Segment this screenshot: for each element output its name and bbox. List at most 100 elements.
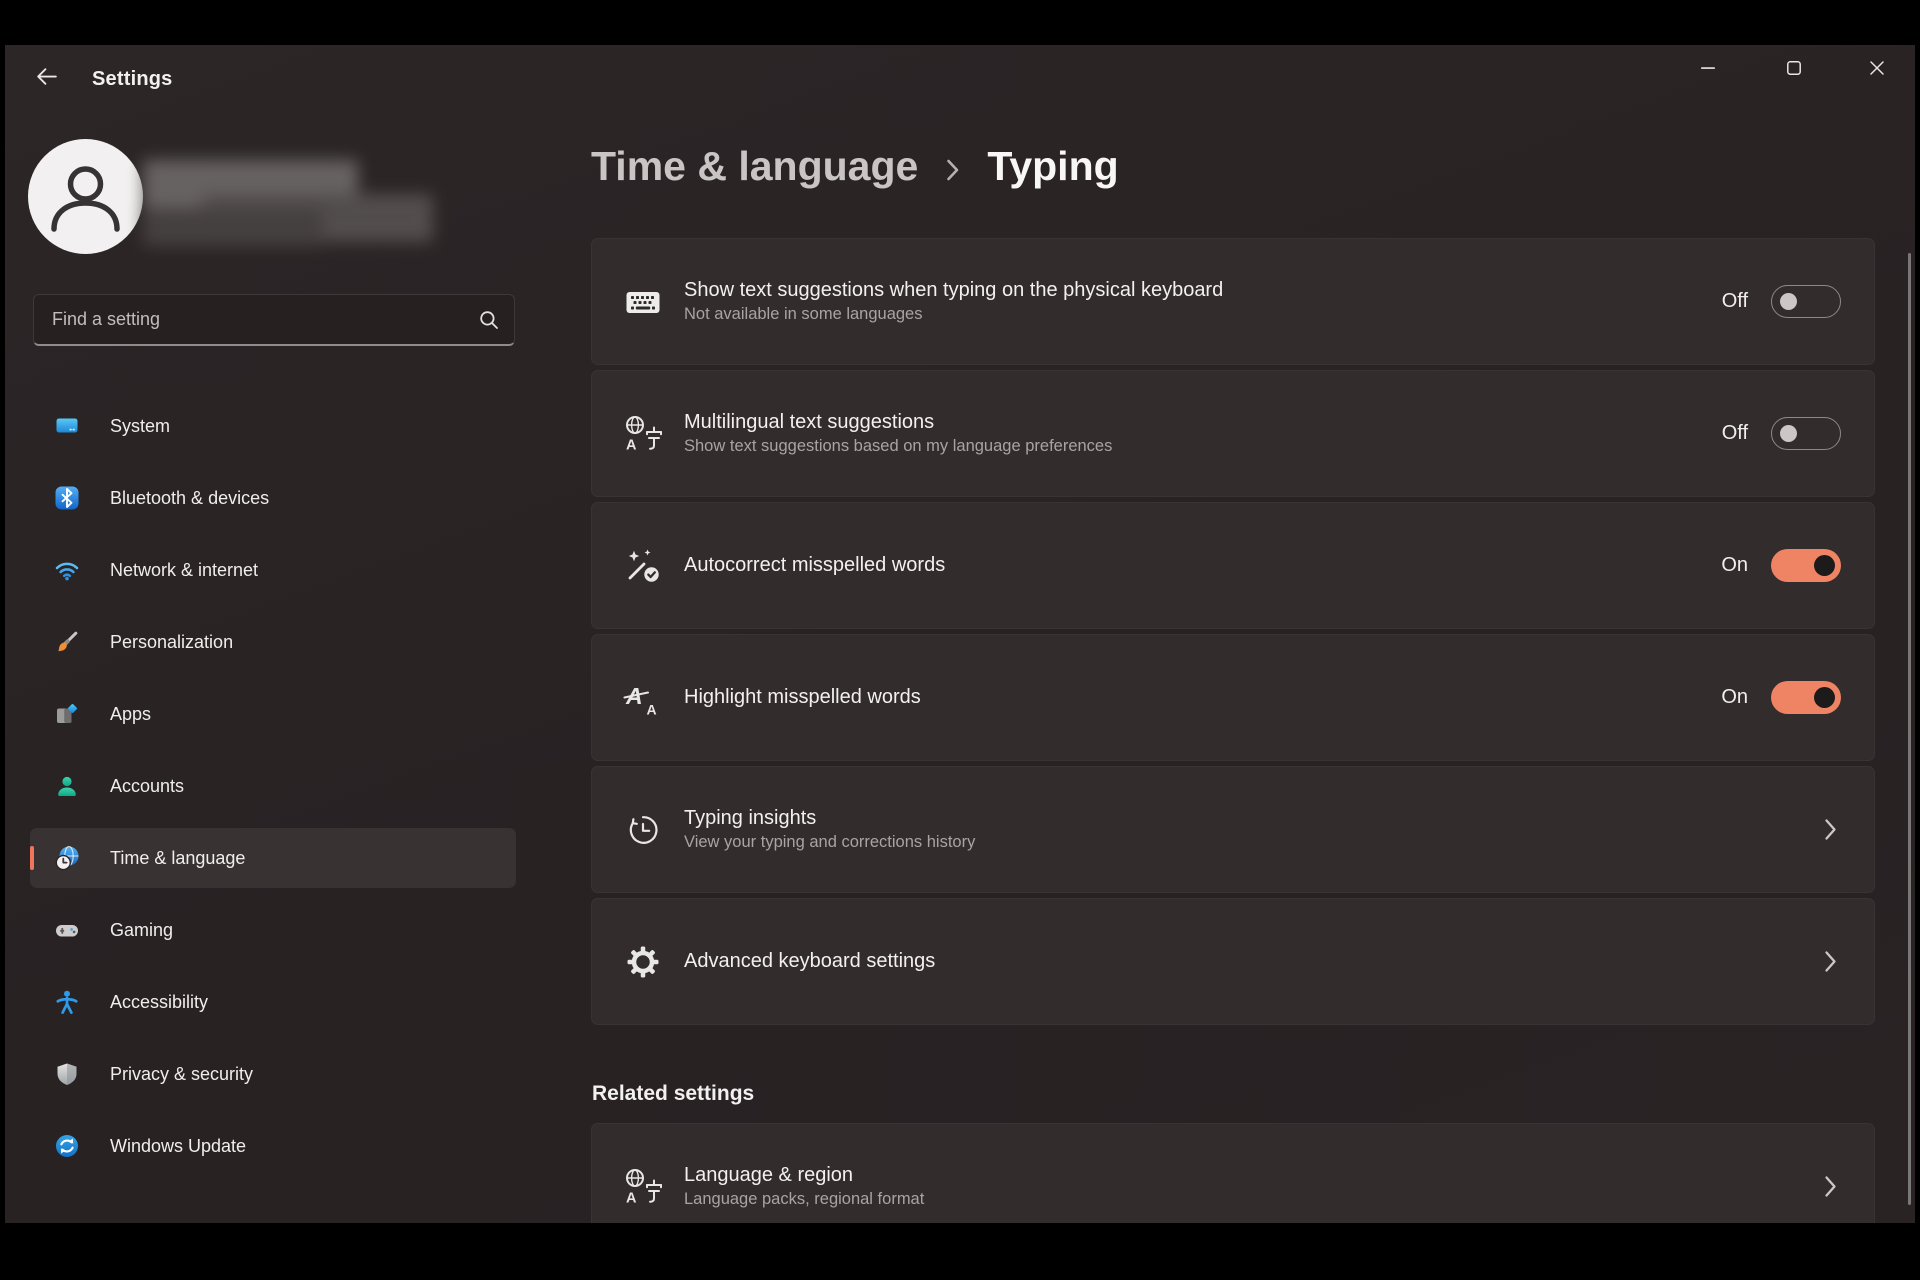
card-icon-wrap: A xyxy=(622,414,664,454)
maximize-icon xyxy=(1786,60,1802,76)
settings-card-autocorrect-misspelled-words: Autocorrect misspelled words On xyxy=(591,502,1875,629)
cards-group: Show text suggestions when typing on the… xyxy=(591,238,1875,1025)
card-text: Multilingual text suggestions Show text s… xyxy=(684,411,1112,456)
sidebar-item-windows-update[interactable]: Windows Update xyxy=(30,1116,516,1176)
chevron-right-icon xyxy=(1824,818,1837,841)
toggle-multilingual-text-suggestions[interactable] xyxy=(1771,417,1841,450)
sidebar-item-label: Network & internet xyxy=(110,560,258,581)
card-control xyxy=(1824,818,1874,841)
close-icon xyxy=(1869,60,1885,76)
person-icon xyxy=(28,139,143,254)
sidebar-item-label: System xyxy=(110,416,170,437)
card-icon-wrap xyxy=(622,546,664,586)
minimize-icon xyxy=(1700,60,1716,76)
chevron-right-icon xyxy=(945,157,960,183)
sidebar-item-time-language[interactable]: Time & language xyxy=(30,828,516,888)
windows-update-icon xyxy=(54,1133,80,1159)
scrollbar-thumb[interactable] xyxy=(1908,253,1911,1205)
card-title: Language & region xyxy=(684,1164,924,1187)
translate-icon: A xyxy=(623,1167,663,1207)
minimize-button[interactable] xyxy=(1679,47,1737,89)
svg-text:A: A xyxy=(626,437,637,453)
card-text: Typing insightsView your typing and corr… xyxy=(684,807,975,852)
sidebar-item-label: Accounts xyxy=(110,776,184,797)
page-title: Typing xyxy=(987,143,1118,190)
sidebar-item-label: Personalization xyxy=(110,632,233,653)
toggle-state-label: Off xyxy=(1722,422,1748,445)
sidebar-item-bluetooth-devices[interactable]: Bluetooth & devices xyxy=(30,468,516,528)
sidebar-item-privacy-security[interactable]: Privacy & security xyxy=(30,1044,516,1104)
card-title: Typing insights xyxy=(684,807,975,830)
time-language-icon xyxy=(54,845,80,871)
card-text: Autocorrect misspelled words xyxy=(684,554,945,577)
letterbox-bottom xyxy=(0,1223,1920,1280)
sidebar-item-label: Apps xyxy=(110,704,151,725)
settings-card-highlight-misspelled-words: AA Highlight misspelled words On xyxy=(591,634,1875,761)
avatar[interactable] xyxy=(28,139,143,254)
card-icon-wrap xyxy=(622,810,664,850)
settings-window: Settings SystemBluetooth & devicesNetwor… xyxy=(0,0,1920,1280)
svg-text:A: A xyxy=(647,701,657,717)
letterbox-left xyxy=(0,0,5,1280)
sidebar-item-label: Accessibility xyxy=(110,992,208,1013)
breadcrumb: Time & language Typing xyxy=(591,143,1119,190)
card-control xyxy=(1824,1175,1874,1198)
card-subtitle: Not available in some languages xyxy=(684,305,1223,324)
card-title: Multilingual text suggestions xyxy=(684,411,1112,434)
sidebar-item-apps[interactable]: Apps xyxy=(30,684,516,744)
sidebar-item-label: Privacy & security xyxy=(110,1064,253,1085)
card-icon-wrap xyxy=(622,282,664,322)
card-title: Autocorrect misspelled words xyxy=(684,554,945,577)
toggle-state-label: On xyxy=(1721,554,1748,577)
settings-card-multilingual-text-suggestions: A Multilingual text suggestions Show text … xyxy=(591,370,1875,497)
sidebar-item-gaming[interactable]: Gaming xyxy=(30,900,516,960)
sidebar-item-accounts[interactable]: Accounts xyxy=(30,756,516,816)
card-control xyxy=(1824,950,1874,973)
card-title: Show text suggestions when typing on the… xyxy=(684,279,1223,302)
toggle-autocorrect-misspelled-words[interactable] xyxy=(1771,549,1841,582)
settings-card-show-text-suggestions-when-typing-on-the-physical-keyboard: Show text suggestions when typing on the… xyxy=(591,238,1875,365)
personalization-icon xyxy=(54,629,80,655)
toggle-knob xyxy=(1780,425,1797,442)
card-icon-wrap xyxy=(622,942,664,982)
highlight-icon: AA xyxy=(623,678,663,718)
chevron-right-icon xyxy=(1824,950,1837,973)
related-settings-heading: Related settings xyxy=(592,1082,1875,1106)
card-subtitle: Show text suggestions based on my langua… xyxy=(684,437,1112,456)
accessibility-icon xyxy=(54,989,80,1015)
sidebar-item-system[interactable]: System xyxy=(30,396,516,456)
settings-card-advanced-keyboard-settings[interactable]: Advanced keyboard settings xyxy=(591,898,1875,1025)
user-name-redacted xyxy=(143,160,435,248)
card-text: Language & regionLanguage packs, regiona… xyxy=(684,1164,924,1209)
search-icon xyxy=(479,310,499,330)
card-title: Advanced keyboard settings xyxy=(684,950,935,973)
close-button[interactable] xyxy=(1848,47,1906,89)
maximize-button[interactable] xyxy=(1765,47,1823,89)
card-text: Highlight misspelled words xyxy=(684,686,921,709)
sidebar-item-network-internet[interactable]: Network & internet xyxy=(30,540,516,600)
gaming-icon xyxy=(54,917,80,943)
sidebar-item-label: Time & language xyxy=(110,848,245,869)
svg-text:A: A xyxy=(626,1190,637,1206)
back-arrow-icon xyxy=(34,64,59,89)
privacy-icon xyxy=(54,1061,80,1087)
card-control: Off xyxy=(1722,285,1874,318)
card-control: On xyxy=(1721,681,1874,714)
keyboard-icon xyxy=(623,282,663,322)
apps-icon xyxy=(54,701,80,727)
sidebar-item-personalization[interactable]: Personalization xyxy=(30,612,516,672)
toggle-show-text-suggestions-when-typing-on-the-physical-keyboard[interactable] xyxy=(1771,285,1841,318)
toggle-highlight-misspelled-words[interactable] xyxy=(1771,681,1841,714)
translate-icon: A xyxy=(623,414,663,454)
gear-icon xyxy=(623,942,663,982)
search-input[interactable] xyxy=(34,309,479,330)
card-text: Advanced keyboard settings xyxy=(684,950,935,973)
card-title: Highlight misspelled words xyxy=(684,686,921,709)
sidebar-item-accessibility[interactable]: Accessibility xyxy=(30,972,516,1032)
autocorrect-icon xyxy=(623,546,663,586)
sidebar-item-label: Gaming xyxy=(110,920,173,941)
back-button[interactable] xyxy=(24,56,68,96)
breadcrumb-parent[interactable]: Time & language xyxy=(591,143,918,190)
settings-card-typing-insights[interactable]: Typing insightsView your typing and corr… xyxy=(591,766,1875,893)
sidebar-item-label: Windows Update xyxy=(110,1136,246,1157)
